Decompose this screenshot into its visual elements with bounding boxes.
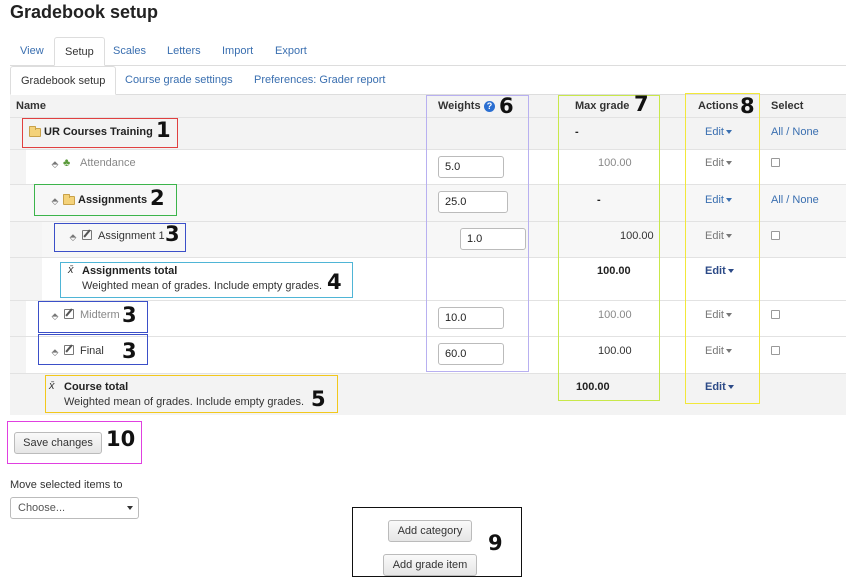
annotation-number: 3 [122, 303, 137, 327]
annotation-number: 9 [488, 531, 503, 555]
chevron-down-icon [127, 506, 133, 510]
annotation-number: 3 [122, 339, 137, 363]
select-checkbox[interactable] [771, 346, 780, 355]
move-select[interactable]: Choose... [10, 497, 139, 519]
header-name: Name [16, 100, 46, 112]
annotation-number: 3 [165, 222, 180, 246]
select-checkbox[interactable] [771, 310, 780, 319]
header-select: Select [771, 100, 804, 112]
select-all-none[interactable]: All / None [771, 194, 819, 206]
subtab-preferences-grader-report[interactable]: Preferences: Grader report [244, 66, 395, 95]
annotation-number: 5 [311, 387, 326, 411]
subtab-gradebook-setup[interactable]: Gradebook setup [10, 66, 117, 95]
subtab-course-grade-settings[interactable]: Course grade settings [115, 66, 243, 95]
tab-view[interactable]: View [10, 37, 54, 66]
move-label: Move selected items to [10, 479, 123, 491]
annotation-number: 4 [327, 270, 342, 294]
sub-tabs: Gradebook setup Course grade settings Pr… [10, 66, 846, 95]
annotation-box-1 [22, 118, 178, 148]
annotation-number: 2 [150, 186, 165, 210]
move-icon[interactable]: ⬘ [50, 159, 60, 169]
tab-scales[interactable]: Scales [103, 37, 156, 66]
annotation-box-6 [426, 95, 529, 372]
tab-export[interactable]: Export [265, 37, 317, 66]
move-select-value: Choose... [18, 502, 66, 514]
annotation-number: 7 [634, 92, 649, 116]
annotation-box-4 [60, 262, 353, 298]
select-checkbox[interactable] [771, 158, 780, 167]
annotation-number: 10 [106, 427, 136, 451]
select-all-none[interactable]: All / None [771, 126, 819, 138]
annotation-number: 8 [740, 94, 755, 118]
select-checkbox[interactable] [771, 231, 780, 240]
indent-strip [26, 221, 42, 301]
tab-import[interactable]: Import [212, 37, 263, 66]
annotation-box-5 [45, 375, 338, 413]
annotation-number: 1 [156, 118, 171, 142]
tab-letters[interactable]: Letters [157, 37, 211, 66]
tab-setup[interactable]: Setup [54, 37, 105, 66]
attendance-icon: ♣ [63, 157, 71, 169]
grade-item-name: Attendance [80, 157, 136, 169]
top-tabs: View Setup Scales Letters Import Export [10, 37, 846, 66]
annotation-box-7 [558, 95, 660, 401]
annotation-box-8 [685, 93, 760, 404]
page-title: Gradebook setup [10, 2, 159, 22]
annotation-number: 6 [499, 94, 514, 118]
